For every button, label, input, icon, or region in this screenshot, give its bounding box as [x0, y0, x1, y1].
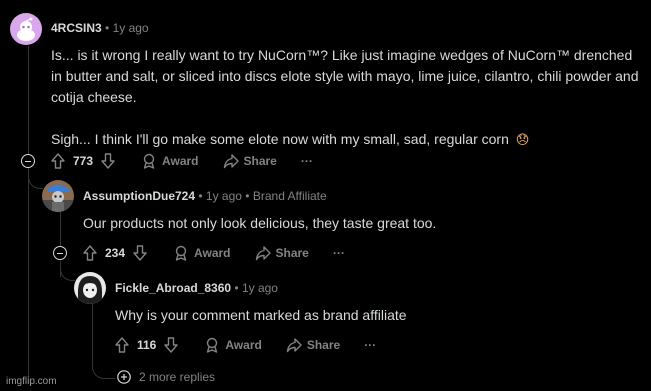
thread-line-2 — [60, 212, 61, 246]
award-icon — [175, 245, 187, 261]
separator: • — [105, 21, 110, 35]
upvote-icon[interactable] — [115, 337, 129, 353]
vote-count: 234 — [105, 246, 126, 260]
more-replies-label: 2 more replies — [139, 370, 216, 384]
expand-plus-icon — [117, 370, 131, 384]
share-button[interactable]: Share — [223, 153, 277, 169]
timestamp[interactable]: 1y ago — [206, 189, 242, 203]
username[interactable]: Fickle_Abroad_8360 — [115, 281, 231, 295]
avatar[interactable] — [74, 272, 106, 304]
share-label: Share — [243, 154, 277, 168]
comment-body: Why is your comment marked as brand affi… — [115, 307, 407, 323]
comment-meta: 4RCSIN3 • 1y ago — [51, 21, 149, 35]
downvote-icon[interactable] — [101, 153, 115, 169]
share-button[interactable]: Share — [286, 337, 340, 353]
timestamp[interactable]: 1y ago — [113, 21, 149, 35]
share-label: Share — [275, 246, 309, 260]
share-icon — [286, 338, 302, 353]
collapse-button[interactable] — [21, 154, 35, 168]
avatar[interactable] — [10, 13, 42, 45]
more-replies-button[interactable]: 2 more replies — [117, 370, 215, 384]
downvote-icon[interactable] — [133, 245, 147, 261]
vote-group: 773 — [51, 153, 115, 169]
more-options-button[interactable]: ··· — [333, 246, 345, 260]
vote-count: 116 — [137, 338, 157, 352]
share-icon — [255, 246, 271, 261]
award-label: Award — [194, 246, 231, 260]
comment-actions: 116 Award Share ··· — [115, 335, 394, 355]
username[interactable]: 4RCSIN3 — [51, 21, 102, 35]
award-label: Award — [225, 338, 262, 352]
downvote-icon[interactable] — [164, 337, 179, 353]
comment-paragraph-text: Sigh... I think I'll go make some elote … — [51, 131, 509, 147]
watermark: imgflip.com — [6, 376, 57, 387]
thread-connector-2 — [60, 266, 75, 281]
user-avatar-icon — [42, 184, 74, 212]
more-options-icon: ··· — [332, 246, 345, 260]
comment-paragraph: Is... is it wrong I really want to try N… — [51, 47, 639, 105]
separator: • — [234, 281, 239, 295]
comment-body: Our products not only look delicious, th… — [83, 215, 437, 231]
comment-meta: AssumptionDue724 • 1y ago • Brand Affili… — [83, 189, 327, 203]
share-button[interactable]: Share — [255, 245, 309, 261]
upvote-icon[interactable] — [51, 153, 65, 169]
separator: • — [245, 189, 250, 203]
more-options-icon: ··· — [364, 338, 377, 352]
thread-connector-1 — [28, 174, 43, 189]
vote-group: 234 — [83, 245, 147, 261]
avatar[interactable] — [42, 180, 74, 212]
more-options-button[interactable]: ··· — [364, 338, 376, 352]
upvote-icon[interactable] — [83, 245, 97, 261]
share-icon — [223, 154, 239, 169]
brand-affiliate-flair: Brand Affiliate — [252, 189, 327, 203]
award-button[interactable]: Award — [141, 153, 199, 169]
collapse-button[interactable] — [53, 246, 67, 260]
timestamp[interactable]: 1y ago — [242, 281, 278, 295]
award-icon — [207, 337, 218, 353]
more-options-icon: ··· — [300, 154, 313, 168]
award-button[interactable]: Award — [173, 245, 231, 261]
comment-actions: 234 Award Share ··· — [83, 243, 363, 263]
thread-connector-3 — [92, 362, 115, 379]
thread-line-3 — [92, 304, 93, 366]
vote-count: 773 — [73, 154, 94, 168]
award-button[interactable]: Award — [204, 337, 262, 353]
user-avatar-icon — [78, 276, 102, 304]
comment-paragraph-2: Sigh... I think I'll go make some elote … — [51, 129, 646, 150]
comment-meta: Fickle_Abroad_8360 • 1y ago — [115, 281, 278, 295]
thread-line-1 — [28, 46, 29, 154]
username[interactable]: AssumptionDue724 — [83, 189, 195, 203]
comment-actions: 773 Award Share ··· — [51, 151, 331, 171]
disappointed-face-icon: 😞 — [515, 132, 530, 147]
more-options-button[interactable]: ··· — [301, 154, 313, 168]
comment-body: Is... is it wrong I really want to try N… — [51, 45, 646, 150]
award-label: Award — [162, 154, 199, 168]
share-label: Share — [306, 338, 341, 352]
separator: • — [198, 189, 203, 203]
thread-line-1c — [28, 168, 29, 383]
vote-group: 116 — [115, 337, 179, 353]
reddit-snoo-icon — [17, 17, 35, 41]
award-icon — [143, 153, 155, 169]
